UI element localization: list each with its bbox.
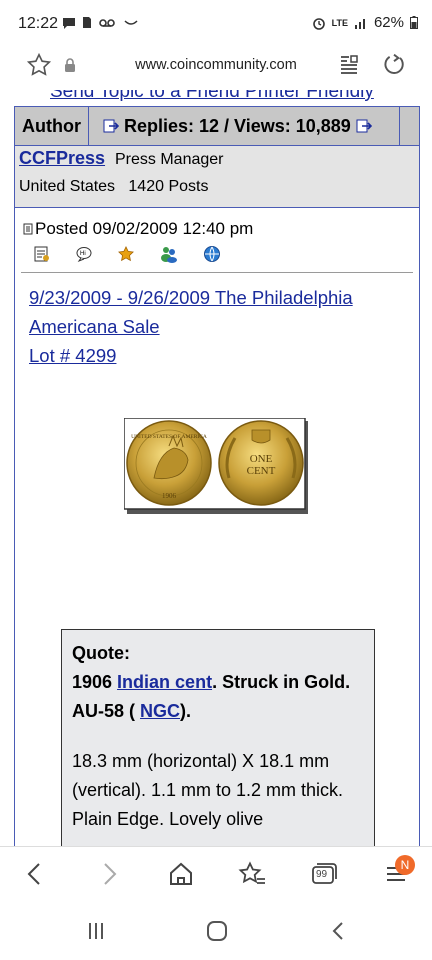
author-column-header: Author [15, 107, 89, 145]
coin-obverse-year: 1906 [162, 492, 177, 500]
system-back-icon[interactable] [328, 920, 350, 942]
post-icon [23, 223, 33, 235]
message-icon [63, 17, 75, 29]
voicemail-icon [99, 18, 115, 27]
buddy-icon[interactable] [159, 245, 179, 263]
coin-reverse-text1: ONE [250, 453, 273, 465]
status-bar: 12:22 LTE 62% [0, 0, 432, 48]
prev-topic-icon[interactable] [103, 119, 119, 133]
coin-image: UNITED STATES OF AMERICA 1906 ONE CENT [124, 418, 308, 514]
home-button-icon[interactable] [206, 920, 228, 942]
post-timestamp: Posted 09/02/2009 12:40 pm [35, 219, 254, 238]
sale-title-link[interactable]: 9/23/2009 - 9/26/2009 The Philadelphia A… [29, 283, 414, 370]
battery-icon [410, 16, 418, 29]
bookmarks-icon[interactable] [238, 861, 266, 887]
signal-icon [354, 18, 365, 29]
reload-icon[interactable] [381, 52, 407, 78]
ngc-link[interactable]: NGC [140, 701, 180, 721]
post-action-icons: Hi [33, 245, 221, 263]
message-user-icon[interactable]: Hi [75, 245, 93, 263]
network-label: LTE [331, 17, 348, 28]
recent-apps-icon[interactable] [86, 920, 108, 942]
website-globe-icon[interactable] [203, 245, 221, 263]
back-icon[interactable] [24, 861, 46, 887]
coin-obverse-text: UNITED STATES OF AMERICA [131, 434, 207, 440]
next-topic-icon[interactable] [356, 119, 372, 133]
sale-title-line2[interactable]: Americana Sale [29, 312, 414, 341]
tab-count: 99 [316, 869, 328, 880]
system-nav-bar [0, 904, 432, 960]
user-info: CCFPress Press Manager United States 142… [15, 146, 419, 208]
quote-body-text: 18.3 mm (horizontal) X 18.1 mm (vertical… [72, 751, 344, 829]
quote-label: Quote: [72, 643, 130, 663]
forward-icon[interactable] [98, 861, 120, 887]
page-content: Send Topic to a Friend Printer Friendly … [0, 90, 432, 846]
topic-links-cutoff[interactable]: Send Topic to a Friend Printer Friendly [50, 90, 374, 103]
user-location: United States [19, 178, 116, 195]
topic-header: Author Replies: 12 / Views: 10,889 [15, 107, 419, 146]
reader-mode-icon[interactable] [338, 53, 360, 75]
svg-text:Hi: Hi [80, 251, 86, 257]
sim-icon [83, 17, 91, 28]
coin-reverse-text2: CENT [247, 465, 276, 477]
lot-number-link[interactable]: Lot # 4299 [29, 341, 414, 370]
favorite-star-icon[interactable] [117, 245, 135, 263]
browser-toolbar: www.coincommunity.com [0, 48, 432, 90]
quote-box: Quote: 1906 Indian cent. Struck in Gold.… [61, 629, 375, 846]
user-role: Press Manager [115, 151, 224, 168]
home-icon[interactable] [168, 861, 194, 887]
replies-views-text: Replies: 12 / Views: 10,889 [124, 116, 351, 136]
forum-post-table: Author Replies: 12 / Views: 10,889 CCFPr… [14, 106, 420, 846]
alarm-icon [312, 17, 325, 30]
smile-icon [124, 19, 138, 25]
browser-bottom-nav: 99 N [0, 846, 432, 905]
profile-icon[interactable] [33, 245, 51, 263]
notification-badge: N [395, 855, 415, 875]
battery-percent: 62% [373, 14, 404, 31]
url-field[interactable]: www.coincommunity.com [0, 57, 432, 73]
status-time: 12:22 [18, 15, 59, 32]
user-post-count: 1420 Posts [128, 178, 209, 195]
username-link[interactable]: CCFPress [19, 148, 105, 169]
sale-title-line1[interactable]: 9/23/2009 - 9/26/2009 The Philadelphia [29, 283, 414, 312]
indian-cent-link[interactable]: Indian cent [117, 672, 212, 692]
